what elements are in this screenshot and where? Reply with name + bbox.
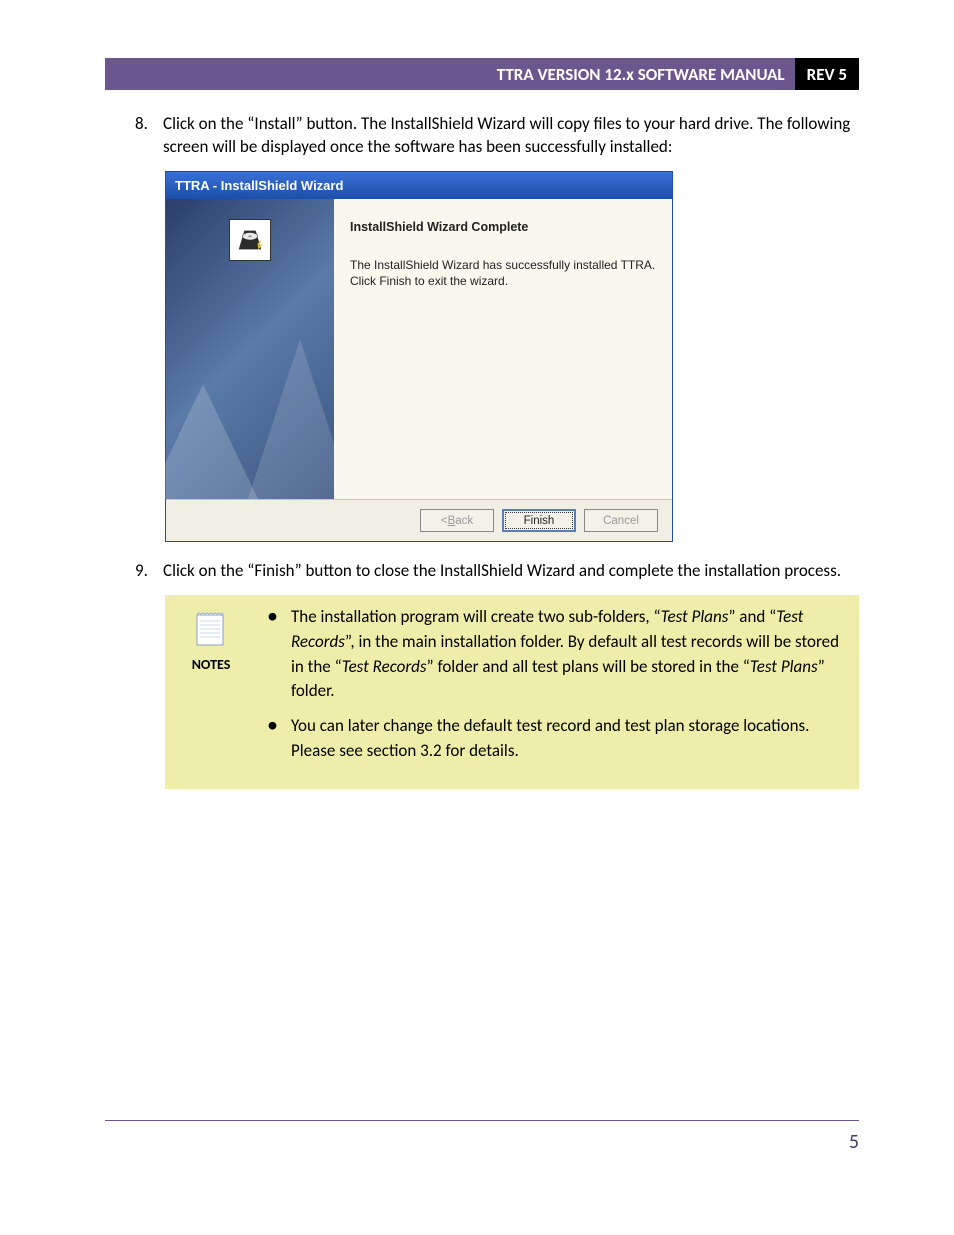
cd-icon: [229, 219, 271, 261]
footer-rule: [105, 1120, 859, 1121]
step-9: 9. Click on the “Finish” button to close…: [135, 560, 859, 583]
header-rev: REV 5: [795, 58, 859, 90]
notes-item-2: You can later change the default test re…: [263, 714, 847, 763]
page-header: TTRA VERSION 12.x SOFTWARE MANUAL REV 5: [105, 58, 859, 90]
finish-button[interactable]: Finish: [502, 509, 576, 532]
header-title: TTRA VERSION 12.x SOFTWARE MANUAL: [105, 58, 795, 90]
step-8: 8. Click on the “Install” button. The In…: [135, 113, 859, 159]
page-number: 5: [839, 1130, 859, 1154]
notes-item-1: The installation program will create two…: [263, 605, 847, 704]
page-footer: 5: [105, 1128, 859, 1156]
wizard-content-panel: InstallShield Wizard Complete The Instal…: [334, 199, 672, 499]
back-button[interactable]: < Back: [420, 509, 494, 532]
wizard-heading: InstallShield Wizard Complete: [350, 219, 656, 236]
step-9-text: Click on the “Finish” button to close th…: [163, 560, 859, 583]
step-9-number: 9.: [135, 560, 163, 583]
wizard-sidebar-graphic: [166, 199, 334, 499]
wizard-button-row: < Back Finish Cancel: [166, 499, 672, 541]
cancel-button[interactable]: Cancel: [584, 509, 658, 532]
notes-body: The installation program will create two…: [263, 605, 847, 773]
installshield-wizard-dialog: TTRA - InstallShield Wizard InstallShiel…: [165, 171, 673, 543]
notes-label: NOTES: [177, 655, 245, 675]
notepad-icon: [189, 605, 233, 649]
notes-icon-column: NOTES: [177, 605, 245, 773]
step-8-number: 8.: [135, 113, 163, 159]
wizard-message: The InstallShield Wizard has successfull…: [350, 258, 656, 289]
wizard-titlebar: TTRA - InstallShield Wizard: [166, 172, 672, 200]
wizard-body: InstallShield Wizard Complete The Instal…: [166, 199, 672, 499]
step-8-text: Click on the “Install” button. The Insta…: [163, 113, 859, 159]
page-content: 8. Click on the “Install” button. The In…: [135, 113, 859, 789]
notes-callout: NOTES The installation program will crea…: [165, 595, 859, 789]
